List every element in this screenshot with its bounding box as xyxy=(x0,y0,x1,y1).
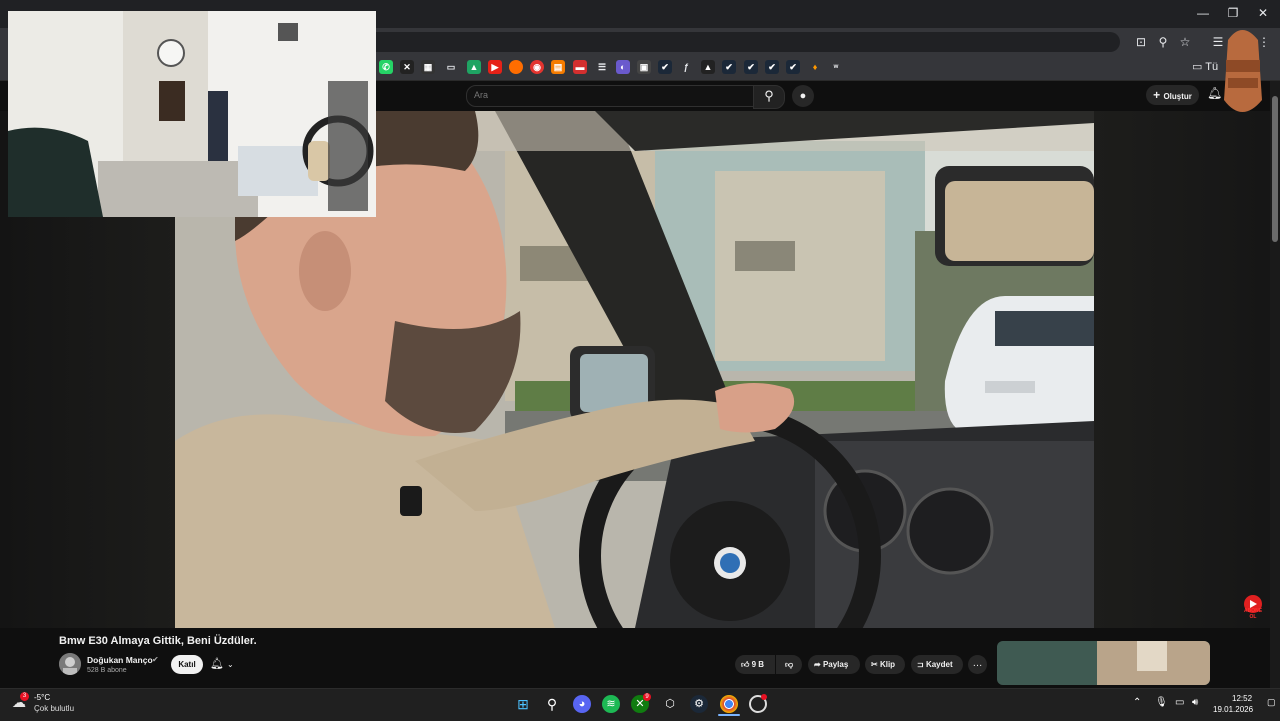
video-title: Bmw E30 Almaya Gittik, Beni Üzdüler. xyxy=(59,635,257,647)
bookmark-icon[interactable]: ▤ xyxy=(551,60,565,74)
search-input[interactable] xyxy=(474,88,744,102)
subscriber-count: 528 B abone xyxy=(87,667,127,674)
thumbs-up-icon: 👍︎ xyxy=(741,660,752,669)
weather-temperature: -5°C xyxy=(34,693,51,702)
start-icon[interactable]: ⊞ xyxy=(514,695,532,713)
notification-center-icon[interactable]: ▢ xyxy=(1267,697,1276,708)
whatsapp-bookmark-icon[interactable]: ✆ xyxy=(379,60,393,74)
weather-badge: 3 xyxy=(20,692,29,701)
steam-bookmark-icon[interactable]: ✔ xyxy=(658,60,672,74)
subscribe-badge[interactable]: ABONE OL xyxy=(1240,594,1266,622)
bookmark-icon[interactable]: ▲ xyxy=(701,60,715,74)
active-app-indicator xyxy=(718,714,740,716)
recommended-thumbnail xyxy=(997,641,1210,685)
recommended-video-card[interactable] xyxy=(997,641,1210,685)
dislike-button[interactable]: 👎︎ xyxy=(776,655,802,674)
bookmark-icon[interactable] xyxy=(509,60,523,74)
microphone-icon[interactable]: 🎙︎ xyxy=(1155,697,1168,708)
share-icon: ➦ xyxy=(814,660,823,669)
channel-avatar[interactable] xyxy=(59,653,81,675)
create-label: Oluştur xyxy=(1163,92,1192,101)
install-app-icon[interactable]: ⊡ xyxy=(1133,34,1149,50)
avatar-image xyxy=(59,653,81,675)
bookmark-icon[interactable]: ♦ xyxy=(808,60,822,74)
bookmark-icon[interactable]: ◉ xyxy=(530,60,544,74)
mic-icon: ● xyxy=(799,90,807,102)
plus-icon: + xyxy=(1153,88,1164,102)
bell-icon: 🔔︎ xyxy=(210,658,224,670)
bookmark-icon[interactable]: ▦ xyxy=(421,60,435,74)
join-button[interactable]: Katıl xyxy=(171,655,203,674)
bookmark-icon: ⊐ xyxy=(917,660,926,669)
volume-icon[interactable]: 🔊︎ xyxy=(1192,697,1198,708)
xbox-badge: 9 xyxy=(643,693,651,701)
scissors-icon: ✂ xyxy=(871,660,880,669)
sandal-icon xyxy=(1224,30,1262,112)
folder-icon: ▭ xyxy=(1192,61,1206,73)
create-button[interactable]: + Oluştur xyxy=(1146,85,1199,105)
search-icon[interactable]: ⚲ xyxy=(543,695,561,713)
bookmark-star-icon[interactable]: ☆ xyxy=(1177,34,1193,50)
spotify-icon[interactable]: ≋ xyxy=(602,695,620,713)
steam-bookmark-icon[interactable]: ✔ xyxy=(722,60,736,74)
subscription-bell-button[interactable]: 🔔︎ ⌄ xyxy=(210,655,246,674)
sandal-sticker xyxy=(1218,20,1266,120)
zoom-icon[interactable]: ⚲ xyxy=(1155,34,1171,50)
bookmarks-folder-label: Tü xyxy=(1205,61,1219,73)
voice-search-button[interactable]: ● xyxy=(792,85,814,107)
scrollbar-thumb[interactable] xyxy=(1272,96,1278,242)
x-bookmark-icon[interactable]: ✕ xyxy=(400,60,414,74)
clip-button[interactable]: ✂ Klip xyxy=(865,655,905,674)
steam-bookmark-icon[interactable]: ✔ xyxy=(744,60,758,74)
steam-icon[interactable]: ⚙ xyxy=(690,695,708,713)
database-bookmark-icon[interactable]: ☰ xyxy=(595,60,609,74)
search-icon: ⚲ xyxy=(764,88,774,103)
weather-description: Çok bulutlu xyxy=(34,704,75,713)
font-bookmark-icon[interactable]: ƒ xyxy=(679,60,693,74)
subscribe-badge-text: ABONE OL xyxy=(1243,608,1263,620)
minimize-button[interactable]: — xyxy=(1188,4,1218,22)
notification-dot xyxy=(761,694,767,700)
thumbs-down-icon: 👎︎ xyxy=(784,660,794,669)
verified-icon: ✔ xyxy=(152,655,159,664)
drive-bookmark-icon[interactable]: ▲ xyxy=(467,60,481,74)
app-icon[interactable]: ⬡ xyxy=(661,695,679,713)
clock-time[interactable]: 12:52 xyxy=(1232,694,1252,703)
webcam-frame xyxy=(8,11,376,217)
bookmark-icon[interactable]: ʷ xyxy=(829,60,843,74)
share-label: Paylaş xyxy=(822,660,849,669)
youtube-bookmark-icon[interactable]: ▶ xyxy=(488,60,502,74)
network-icon[interactable]: ▭ xyxy=(1175,697,1184,708)
more-icon: … xyxy=(972,658,983,669)
share-button[interactable]: ➦ Paylaş xyxy=(808,655,860,674)
search-button[interactable]: ⚲ xyxy=(753,85,785,109)
folder-bookmark-icon[interactable]: ▭ xyxy=(444,60,458,74)
bookmark-icon[interactable]: ◐ xyxy=(616,60,630,74)
bookmark-icon[interactable]: ▣ xyxy=(637,60,651,74)
chevron-down-icon: ⌄ xyxy=(227,660,234,669)
bookmarks-folder[interactable]: ▭ Tü xyxy=(1192,60,1218,73)
bookmark-icon[interactable]: ▬ xyxy=(573,60,587,74)
channel-name[interactable]: Doğukan Manço xyxy=(87,655,153,665)
tray-overflow-icon[interactable]: ⌃ xyxy=(1133,697,1141,708)
address-bar[interactable] xyxy=(360,32,1120,52)
clip-label: Klip xyxy=(879,660,896,669)
clock-date[interactable]: 19.01.2026 xyxy=(1213,705,1253,714)
like-button[interactable]: 👍︎ 9 B xyxy=(735,655,775,674)
discord-icon[interactable]: ◕ xyxy=(573,695,591,713)
steam-bookmark-icon[interactable]: ✔ xyxy=(786,60,800,74)
steam-bookmark-icon[interactable]: ✔ xyxy=(765,60,779,74)
webcam-overlay xyxy=(8,11,376,217)
save-label: Kaydet xyxy=(925,660,953,669)
chrome-icon[interactable] xyxy=(720,695,738,713)
save-button[interactable]: ⊐ Kaydet xyxy=(911,655,963,674)
more-actions-button[interactable]: … xyxy=(968,655,987,674)
like-count: 9 B xyxy=(751,660,765,669)
